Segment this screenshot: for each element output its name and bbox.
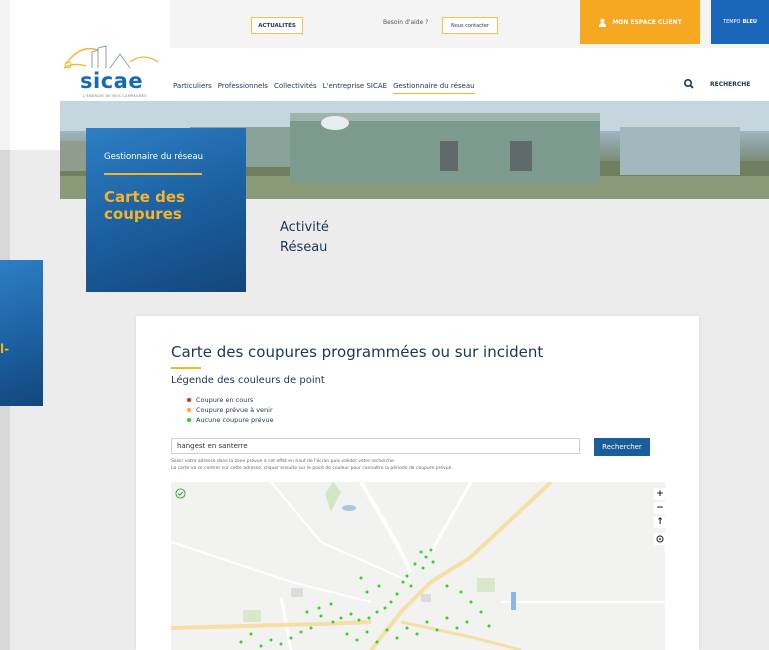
help-text-line1: Saisir votre adresse dans la zone prévue… <box>171 459 396 464</box>
zoom-out-button[interactable]: − <box>654 502 665 514</box>
legend-item: Aucune coupure prévue <box>187 415 274 425</box>
brand-tagline: L'ÉNERGIE DE NOS CAMPAGNES <box>83 94 147 98</box>
outage-map[interactable]: + − ↑ <box>171 482 665 650</box>
tempo-label: TEMPO <box>723 19 741 25</box>
legend-item: Coupure prévue à venir <box>187 405 274 415</box>
legend-title: Légende des couleurs de point <box>171 375 325 386</box>
legend-label: Coupure prévue à venir <box>196 406 273 414</box>
zoom-in-button[interactable]: + <box>654 488 665 500</box>
legend-label: Coupure en cours <box>196 396 254 404</box>
orange-dot-icon <box>187 408 191 412</box>
north-reset-button[interactable]: ↑ <box>654 516 665 528</box>
title-divider <box>104 173 202 175</box>
green-dot-icon <box>187 418 191 422</box>
color-legend: Coupure en cours Coupure prévue à venir … <box>187 395 274 425</box>
side-card <box>0 260 43 406</box>
search-label[interactable]: RECHERCHE <box>710 81 750 88</box>
tempo-color: BLEU <box>742 19 757 25</box>
user-icon <box>599 18 607 27</box>
help-text: Besoin d'aide ? <box>383 19 429 26</box>
tempo-badge[interactable]: TEMPO BLEU <box>711 0 769 44</box>
client-space-button[interactable]: MON ESPACE CLIENT <box>580 0 700 44</box>
address-input[interactable] <box>171 438 580 454</box>
legend-label: Aucune coupure prévue <box>196 416 274 424</box>
page-title-line2: coupures <box>104 205 182 223</box>
header-edge <box>0 0 10 150</box>
nav-item-collectivites[interactable]: Collectivités <box>274 82 317 94</box>
outage-map-panel: Carte des coupures programmées ou sur in… <box>136 316 699 650</box>
activity-line1: Activité <box>280 220 329 235</box>
nav-item-particuliers[interactable]: Particuliers <box>173 82 212 94</box>
panel-title-underline <box>171 367 201 369</box>
geolocate-icon[interactable] <box>654 533 665 545</box>
activity-line2: Réseau <box>280 240 328 255</box>
side-card-text: l- <box>0 342 10 356</box>
red-dot-icon <box>187 398 191 402</box>
client-space-label: MON ESPACE CLIENT <box>612 18 682 26</box>
panel-title: Carte des coupures programmées ou sur in… <box>171 343 544 361</box>
main-nav: Particuliers Professionnels Collectivité… <box>173 82 475 94</box>
search-icon[interactable] <box>683 78 695 90</box>
map-canvas[interactable] <box>171 482 665 650</box>
legend-item: Coupure en cours <box>187 395 274 405</box>
nav-item-entreprise[interactable]: L'entreprise SICAE <box>323 82 387 94</box>
section-activity: Activité Réseau <box>280 218 329 258</box>
nav-item-professionnels[interactable]: Professionnels <box>218 82 268 94</box>
brand-name[interactable]: sicae <box>80 69 143 93</box>
page-title-line1: Carte des <box>104 188 185 206</box>
search-button[interactable]: Rechercher <box>594 438 650 456</box>
help-text-line2: La carte va se centrer sur cette adresse… <box>171 466 453 471</box>
breadcrumb[interactable]: Gestionnaire du réseau <box>104 152 203 162</box>
nav-item-gestionnaire[interactable]: Gestionnaire du réseau <box>393 82 475 94</box>
page-title-card: Gestionnaire du réseau Carte des coupure… <box>86 128 246 292</box>
checkmark-circle-icon[interactable] <box>175 488 186 499</box>
contact-button[interactable]: Nous contacter <box>442 17 498 34</box>
news-button[interactable]: ACTUALITÉS <box>251 17 303 34</box>
page-title: Carte des coupures <box>104 189 185 223</box>
